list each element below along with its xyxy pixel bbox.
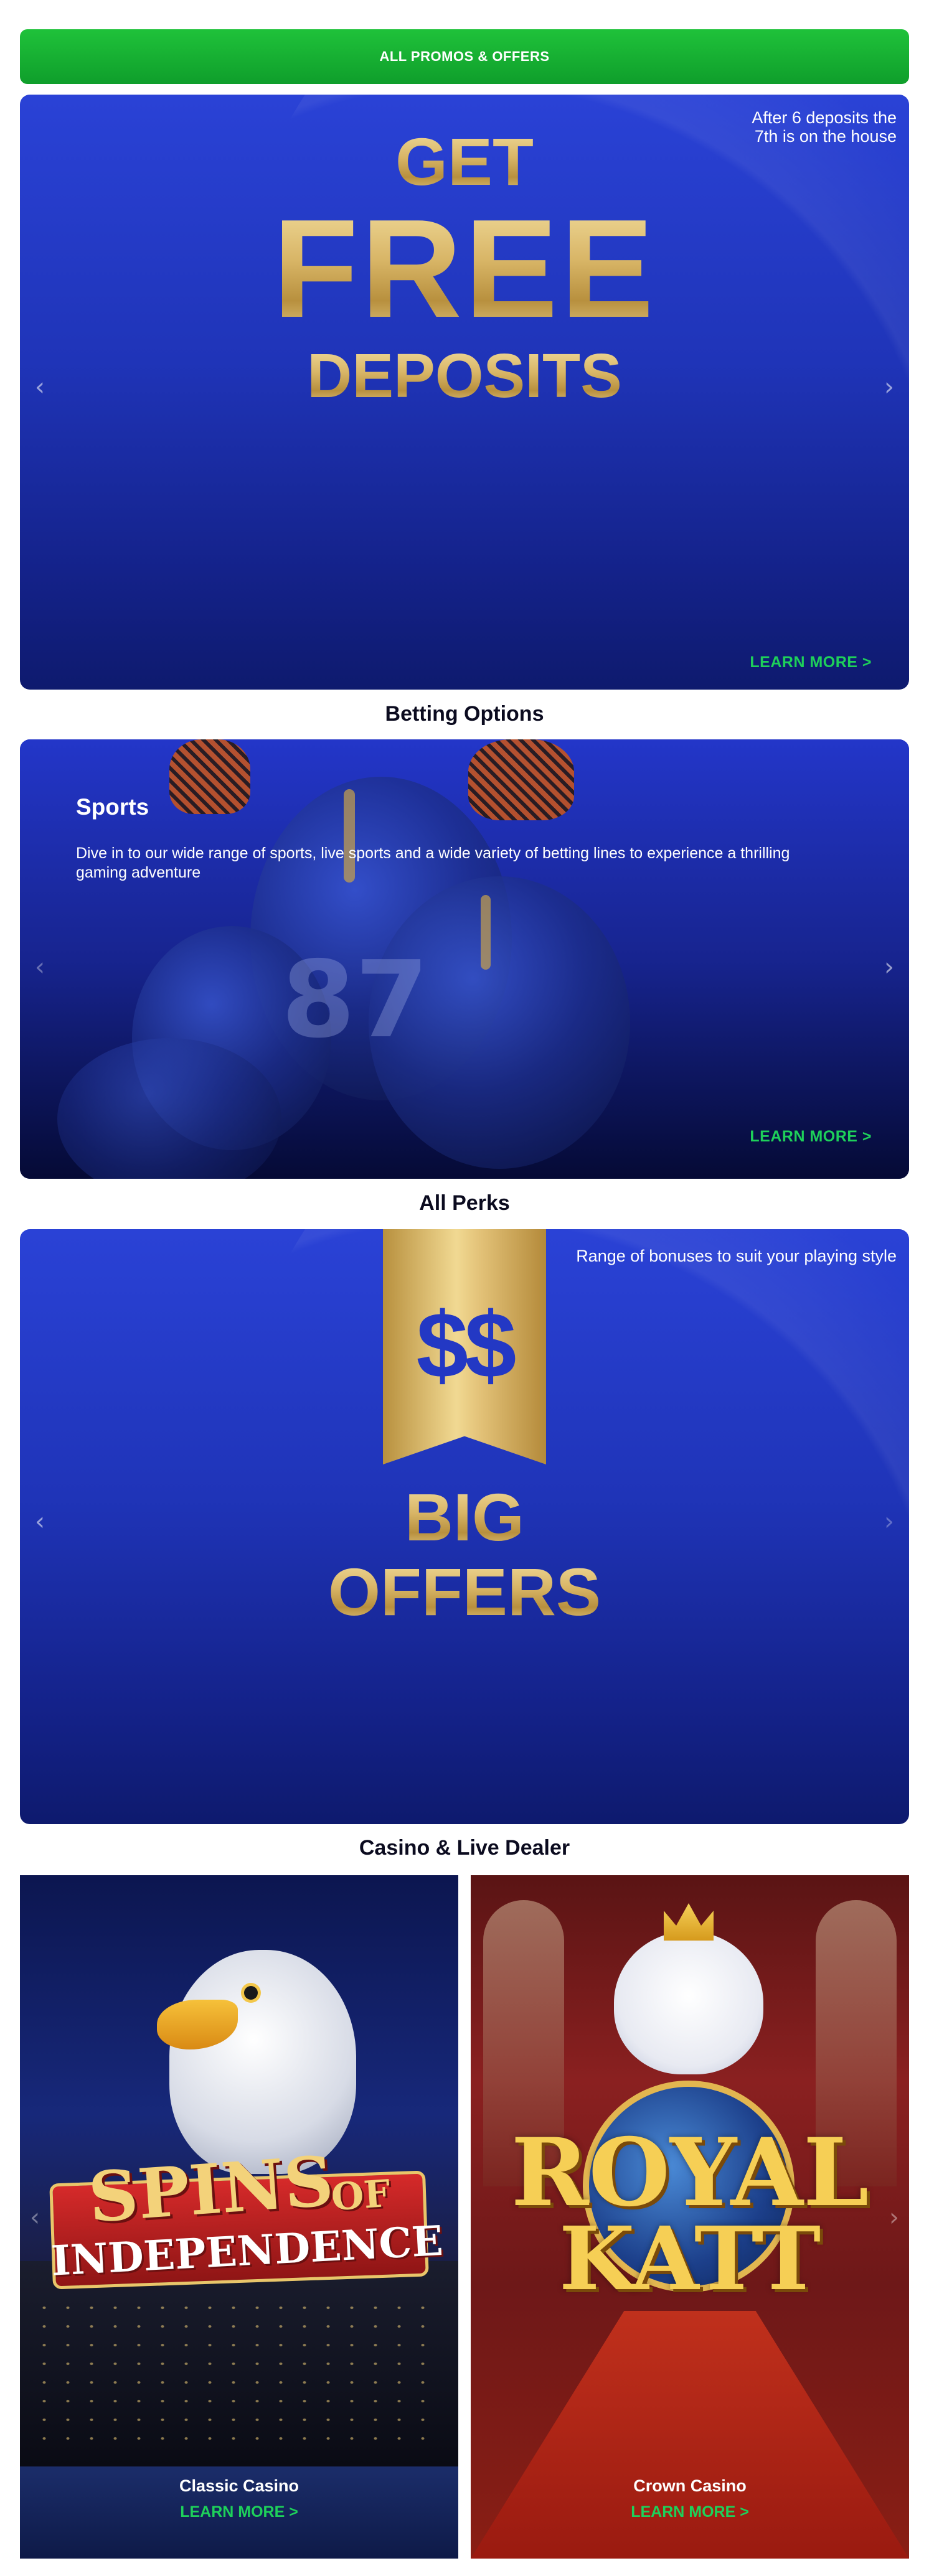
headline-free: FREE <box>20 188 909 349</box>
all-promos-button[interactable]: ALL PROMOS & OFFERS <box>20 29 909 84</box>
headline-big: BIG <box>20 1478 909 1556</box>
banner-corner-text: Range of bonuses to suit your playing st… <box>576 1247 897 1265</box>
learn-more-link[interactable]: LEARN MORE > <box>750 653 872 672</box>
crown-icon <box>664 1903 714 1941</box>
carousel-next-icon[interactable]: › <box>877 375 902 400</box>
tile-name: Classic Casino <box>179 2476 299 2495</box>
game-title-line2: KATT <box>559 2208 821 2310</box>
card-title: Sports <box>76 794 149 820</box>
cat-icon <box>614 1931 763 2074</box>
carousel-prev-icon[interactable]: ‹ <box>27 1509 52 1534</box>
learn-more-link[interactable]: LEARN MORE > <box>750 1128 872 1146</box>
section-title-perks: All Perks <box>419 1191 510 1215</box>
crown-casino-tile[interactable]: ROYAL KATT › Crown Casino LEARN MORE > <box>471 1875 909 2559</box>
free-deposits-banner[interactable]: After 6 deposits the 7th is on the house… <box>20 95 909 690</box>
carousel-prev-icon[interactable]: ‹ <box>27 375 52 400</box>
card-description: Dive in to our wide range of sports, liv… <box>76 845 790 881</box>
jersey-number: 87 <box>281 939 429 1062</box>
city-lights <box>32 2298 443 2448</box>
headline-offers: OFFERS <box>20 1553 909 1631</box>
glove <box>468 739 574 820</box>
section-title-casino: Casino & Live Dealer <box>359 1836 570 1860</box>
learn-more-link[interactable]: LEARN MORE > <box>20 2503 458 2521</box>
helmet-stripe <box>481 895 491 970</box>
classic-casino-tile[interactable]: SPINS OF INDEPENDENCE ‹ Classic Casino L… <box>20 1875 458 2559</box>
game-title-of: OF <box>329 2171 392 2220</box>
ribbon-dollar-text: $$ <box>416 1293 517 1397</box>
sports-banner[interactable]: 87 Sports Dive in to our wide range of s… <box>20 739 909 1179</box>
glove <box>169 739 250 814</box>
learn-more-link[interactable]: LEARN MORE > <box>471 2503 909 2521</box>
carousel-next-icon[interactable]: › <box>877 1509 902 1534</box>
headline-deposits: DEPOSITS <box>20 340 909 412</box>
section-title-betting: Betting Options <box>385 702 544 726</box>
red-carpet <box>471 2311 909 2559</box>
eagle-eye <box>244 1986 258 2000</box>
carousel-next-icon[interactable]: › <box>877 955 902 980</box>
tile-name: Crown Casino <box>633 2476 747 2495</box>
carousel-prev-icon[interactable]: ‹ <box>27 955 52 980</box>
carousel-prev-icon[interactable]: ‹ <box>22 2205 47 2230</box>
carousel-next-icon[interactable]: › <box>882 2205 907 2230</box>
big-offers-banner[interactable]: $$ Range of bonuses to suit your playing… <box>20 1229 909 1824</box>
